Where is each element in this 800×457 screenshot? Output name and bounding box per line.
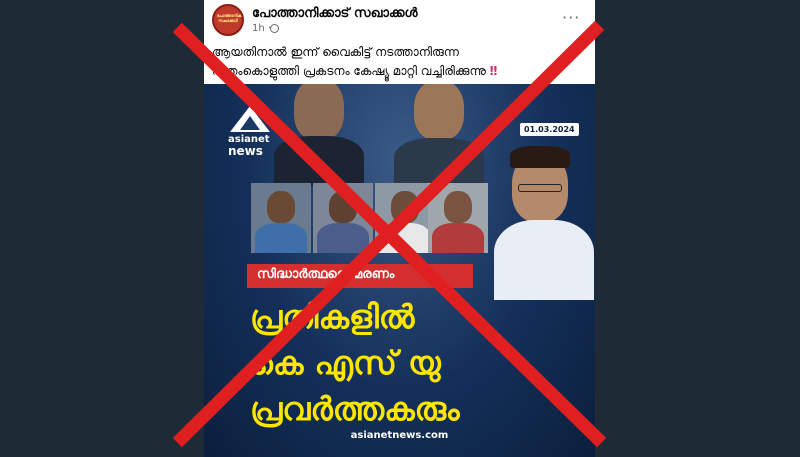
footer-credit: asianetnews.com <box>350 430 449 441</box>
headline-tag: സിദ്ധാർത്ഥന്റെ മരണം <box>247 264 473 288</box>
accused-photo-4 <box>428 183 488 253</box>
victim-portrait <box>494 144 594 300</box>
background-portrait-left <box>274 84 364 186</box>
accused-photo-1 <box>251 183 311 253</box>
page-avatar[interactable]: പോത്താനിക്കാട് സഖാക്കൾ <box>212 4 244 36</box>
logo-text-news: news <box>228 144 263 158</box>
page-name-link[interactable]: പോത്താനിക്കാട് സഖാക്കൾ <box>252 6 418 21</box>
headline: പ്രതികളിൽ കെ എസ് യു പ്രവർത്തകരും <box>250 294 570 432</box>
date-badge: 01.03.2024 <box>520 123 579 136</box>
headline-line-1: പ്രതികളിൽ <box>250 298 415 336</box>
post-image[interactable]: asianet news 01.03.2024 സിദ്ധാർത്ഥന്റെ മ… <box>204 84 595 457</box>
globe-icon <box>270 24 279 33</box>
background-portrait-right <box>394 84 484 186</box>
screenshot-stage: പോത്താനിക്കാട് സഖാക്കൾ പോത്താനിക്കാട് സഖ… <box>0 0 800 457</box>
double-exclamation-icon: ‼ <box>489 64 498 78</box>
accused-photo-3 <box>375 183 435 253</box>
asianet-news-logo: asianet news <box>226 106 276 158</box>
post-text-line-2: പന്തംകൊളുത്തി പ്രകടനം കേഷ്യൂ മാറ്റി വച്ച… <box>212 62 590 81</box>
post-text: ആയതിനാൽ ഇന്ന് വൈകിട്ട് നടത്താനിരുന്ന പന്… <box>212 43 590 81</box>
post-text-line-2-body: പന്തംകൊളുത്തി പ്രകടനം കേഷ്യൂ മാറ്റി വച്ച… <box>212 64 486 78</box>
more-options-icon[interactable]: ··· <box>562 8 580 27</box>
headline-line-2: കെ എസ് യു <box>250 344 441 382</box>
accused-photo-2 <box>313 183 373 253</box>
post-header: പോത്താനിക്കാട് സഖാക്കൾ പോത്താനിക്കാട് സഖ… <box>204 0 595 40</box>
avatar-text: പോത്താനിക്കാട് സഖാക്കൾ <box>217 13 244 23</box>
facebook-post-card: പോത്താനിക്കാട് സഖാക്കൾ പോത്താനിക്കാട് സഖ… <box>204 0 595 457</box>
post-timestamp[interactable]: 1h · <box>252 23 271 34</box>
headline-line-3: പ്രവർത്തകരും <box>250 390 460 428</box>
post-text-line-1: ആയതിനാൽ ഇന്ന് വൈകിട്ട് നടത്താനിരുന്ന <box>212 45 459 59</box>
